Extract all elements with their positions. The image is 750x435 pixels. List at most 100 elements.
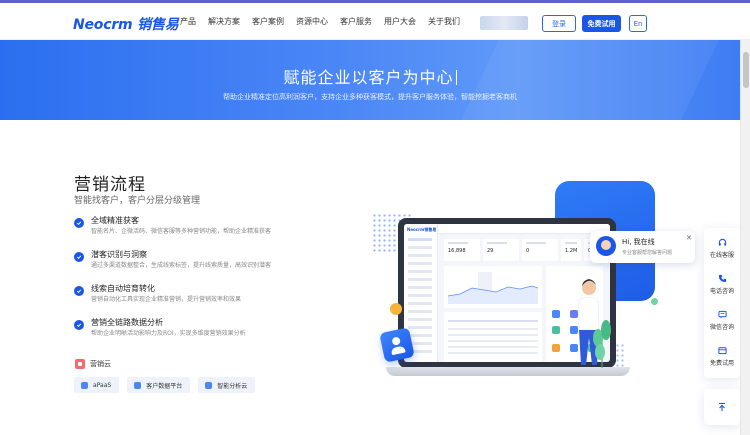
feature-title: 潜客识别与洞察 — [91, 250, 147, 259]
check-icon — [74, 252, 84, 262]
sidebar-line — [408, 254, 432, 257]
nav-item-about[interactable]: 关于我们 — [428, 16, 460, 27]
app-grid-icon — [552, 344, 560, 352]
tag-label: aPaaS — [93, 381, 112, 389]
stat-value: 16,898 — [448, 248, 466, 254]
phone-icon — [718, 274, 727, 283]
site-logo[interactable]: Neocrm 销售易 — [73, 14, 179, 34]
blurred-user-info — [480, 16, 528, 30]
hero-title-wrap: 赋能企业以客户为中心 — [0, 64, 740, 88]
scrollbar-thumb[interactable] — [743, 52, 749, 88]
wechat-icon — [717, 310, 727, 319]
section-title: 营销流程 — [74, 175, 146, 195]
hero-banner: 赋能企业以客户为中心 帮助企业精准定位高利润客户，支持企业多种获客模式，提升客户… — [0, 40, 740, 120]
sidebar-line — [408, 262, 432, 265]
sidebar-line — [408, 278, 432, 281]
sidebar-line — [408, 318, 432, 321]
login-button[interactable]: 登录 — [542, 15, 576, 32]
line-chart-widget — [444, 266, 542, 308]
chart-area — [448, 286, 538, 304]
gear-icon — [390, 303, 402, 315]
main-nav: 产品 解决方案 客户案例 资源中心 客户服务 用户大会 关于我们 — [180, 16, 460, 27]
table-widget — [444, 312, 542, 362]
wechat-consult-button[interactable]: 微信咨询 — [704, 302, 740, 338]
feature-item: 营销全链路数据分析帮助企业明晰活动影响力及ROI，实现多维度营销效果分析 — [74, 317, 246, 338]
sidebar-line — [408, 246, 432, 249]
arrow-up-icon — [719, 402, 725, 411]
feature-title: 线索自动培育转化 — [91, 284, 155, 293]
floating-contact-bar: 在线客服 电话咨询 微信咨询 免费试用 — [704, 228, 740, 378]
nav-item-service[interactable]: 客户服务 — [340, 16, 372, 27]
tag-cdp[interactable]: 客户数据平台 — [127, 377, 191, 393]
feature-item: 线索自动培育转化营销自动化工具实现企业精准营销，提升营销效率和效果 — [74, 283, 241, 304]
product-tags: aPaaS 客户数据平台 智能分析云 — [74, 377, 256, 393]
online-service-button[interactable]: 在线客服 — [704, 230, 740, 266]
trial-icon — [717, 346, 727, 355]
hero-title: 赋能企业以客户为中心 — [283, 68, 454, 87]
database-icon — [134, 381, 142, 389]
online-chat-popup[interactable]: Hi, 我在线 专业客服帮您解答问题 ✕ — [590, 231, 695, 263]
nav-item-resources[interactable]: 资源中心 — [296, 16, 328, 27]
user-icon — [379, 327, 415, 363]
table-row — [448, 340, 538, 342]
phone-consult-button[interactable]: 电话咨询 — [704, 266, 740, 302]
nav-item-cases[interactable]: 客户案例 — [252, 16, 284, 27]
nav-item-products[interactable]: 产品 — [180, 16, 196, 27]
back-to-top-button[interactable] — [704, 389, 740, 425]
headset-icon — [718, 238, 727, 247]
table-row — [448, 352, 538, 354]
free-trial-button[interactable]: 免费试用 — [582, 15, 621, 32]
stat-card: 0 — [522, 239, 558, 261]
close-icon[interactable]: ✕ — [686, 234, 692, 242]
table-row — [448, 346, 538, 348]
feature-desc: 帮助企业明晰活动影响力及ROI，实现多维度营销效果分析 — [91, 330, 246, 337]
float-item-label: 在线客服 — [709, 251, 734, 259]
sidebar-line — [408, 270, 432, 273]
app-grid-icon — [552, 310, 560, 318]
check-icon — [74, 218, 84, 228]
nav-item-conference[interactable]: 用户大会 — [384, 16, 416, 27]
feature-item: 潜客识别与洞察通过多渠道数据整合，生成线索标签，提升线索质量，高效识别潜客 — [74, 249, 271, 270]
analytics-icon — [205, 381, 213, 389]
check-icon — [74, 320, 84, 330]
hero-subtitle: 帮助企业精准定位高利润客户，支持企业多种获客模式，提升客户服务体验，智能挖掘老客… — [223, 93, 517, 101]
feature-desc: 通过多渠道数据整合，生成线索标签，提升线索质量，高效识别潜客 — [91, 262, 272, 269]
table-row — [448, 328, 538, 330]
sidebar-line — [408, 326, 432, 329]
feature-desc: 智能名片、企微活码、微信客服等多种营销功能，帮助企业精准获客 — [91, 228, 272, 235]
chat-subtitle: 专业客服帮您解答问题 — [622, 250, 673, 256]
feature-desc: 营销自动化工具实现企业精准营销，提升营销效率和效果 — [91, 296, 242, 303]
tag-analytics[interactable]: 智能分析云 — [198, 377, 256, 393]
feature-item: 全域精准获客智能名片、企微活码、微信客服等多种营销功能，帮助企业精准获客 — [74, 215, 271, 236]
tag-apaas[interactable]: aPaaS — [74, 377, 120, 393]
cloud-name: 营销云 — [90, 360, 111, 368]
stat-card: 29 — [483, 239, 519, 261]
nav-item-solutions[interactable]: 解决方案 — [208, 16, 240, 27]
tag-label: 客户数据平台 — [146, 382, 183, 390]
stat-card: 1.2M — [561, 239, 581, 261]
stat-card: 16,898 — [444, 239, 480, 261]
apaas-icon — [81, 381, 88, 389]
feature-title: 营销全链路数据分析 — [91, 318, 163, 327]
float-item-label: 微信咨询 — [709, 323, 734, 331]
feature-title: 全域精准获客 — [91, 216, 139, 225]
float-item-label: 电话咨询 — [709, 287, 734, 295]
chat-greeting: Hi, 我在线 — [622, 238, 655, 246]
site-header: Neocrm 销售易 产品 解决方案 客户案例 资源中心 客户服务 用户大会 关… — [0, 3, 750, 40]
page-scrollbar[interactable] — [740, 40, 750, 435]
sidebar-line — [408, 238, 432, 241]
dashboard-topbar — [438, 224, 610, 234]
stat-value: 0 — [526, 248, 530, 254]
cloud-label-row: 营销云 — [75, 359, 111, 369]
float-item-label: 免费试用 — [709, 359, 734, 367]
app-grid-icon — [552, 326, 560, 334]
section-subtitle: 智能找客户，客户分层分级管理 — [74, 196, 201, 206]
decor-green-dot — [651, 298, 658, 305]
dashboard-logo: Neocrm销售易 — [407, 227, 437, 232]
plant-decor — [593, 320, 611, 368]
float-trial-button[interactable]: 免费试用 — [704, 338, 740, 374]
mini-line-chart — [447, 272, 539, 304]
language-toggle-button[interactable]: En — [629, 15, 647, 32]
sidebar-line — [408, 310, 432, 313]
check-icon — [74, 286, 84, 296]
